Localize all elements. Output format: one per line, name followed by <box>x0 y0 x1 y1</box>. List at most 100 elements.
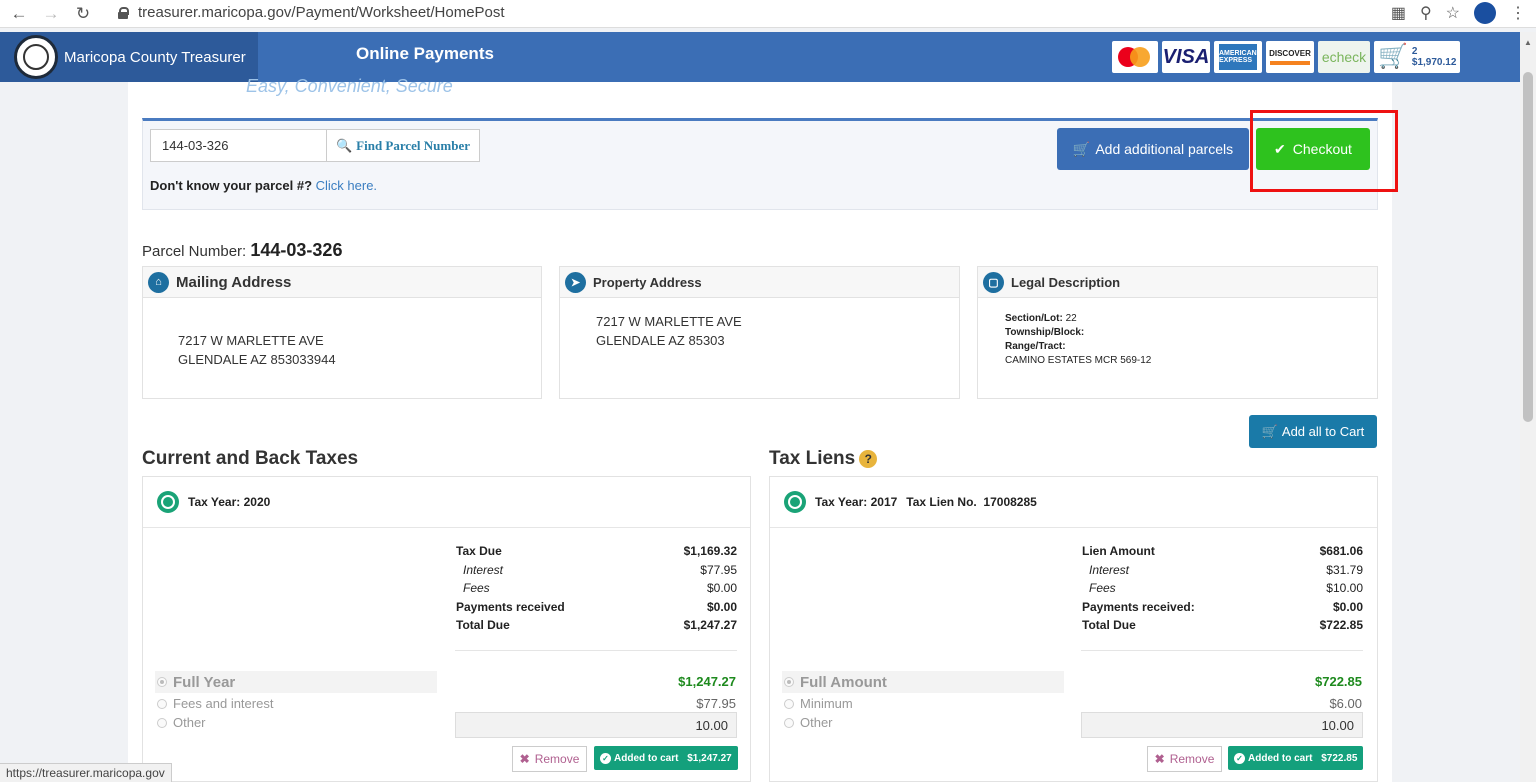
cart-total: $1,970.12 <box>1411 57 1457 68</box>
minimum-radio[interactable] <box>784 698 794 709</box>
full-year-amount: $1,247.27 <box>678 674 736 689</box>
lien-row-amount: Lien Amount $681.06 <box>1082 544 1363 558</box>
fees-interest-radio[interactable] <box>157 698 167 709</box>
county-seal-icon <box>14 35 58 79</box>
search-icon: 🔍 <box>335 137 353 153</box>
echeck-icon: echeck <box>1318 41 1370 73</box>
lien-row-fees: Fees $10.00 <box>1089 581 1363 595</box>
mailing-line1: 7217 W MARLETTE AVE <box>178 333 324 348</box>
tax-row-fees: Fees $0.00 <box>463 581 737 595</box>
lock-icon <box>118 6 129 19</box>
full-amount-value: $722.85 <box>1315 674 1362 689</box>
divider <box>455 650 737 651</box>
cart-count: 2 <box>1411 46 1418 57</box>
scroll-up-icon[interactable]: ▲ <box>1524 38 1532 47</box>
lien-remove-button[interactable]: ✖ Remove <box>1147 746 1222 772</box>
home-icon: ⌂ <box>148 271 169 293</box>
amex-icon: AMERICAN EXPRESS <box>1214 41 1262 73</box>
tax-row-total-due: Total Due $1,247.27 <box>456 618 737 632</box>
back-arrow-icon[interactable]: ← <box>6 1 32 27</box>
lien-number-label: Tax Lien No. 17008285 <box>906 495 1037 509</box>
property-address-title: Property Address <box>593 274 702 290</box>
parcel-number-input[interactable] <box>150 129 328 162</box>
location-arrow-icon: ➤ <box>565 271 586 293</box>
lien-added-to-cart-button[interactable]: ✓ Added to cart $722.85 <box>1228 746 1364 770</box>
check-circle-icon <box>157 491 179 513</box>
remove-button[interactable]: ✖ Remove <box>512 746 587 772</box>
page-title: Online Payments <box>356 44 494 63</box>
property-address-card: ➤ Property Address 7217 W MARLETTE AVE G… <box>559 266 960 399</box>
other-radio[interactable] <box>157 717 167 728</box>
scrollbar-thumb[interactable] <box>1523 72 1533 422</box>
legal-description-text: CAMINO ESTATES MCR 569-12 <box>1005 355 1152 366</box>
document-icon: ▢ <box>983 271 1004 293</box>
property-line2: GLENDALE AZ 85303 <box>596 333 725 348</box>
legal-township: Township/Block: <box>1005 327 1085 338</box>
menu-kebab-icon[interactable]: ⋮ <box>1510 3 1526 23</box>
parcel-help-text: Don't know your parcel #? Click here. <box>150 178 378 193</box>
legal-range: Range/Tract: <box>1005 341 1066 352</box>
fees-interest-option[interactable]: Fees and interest <box>157 696 273 711</box>
bookmark-star-icon[interactable]: ☆ <box>1446 3 1460 23</box>
close-icon: ✖ <box>1154 752 1165 766</box>
shopping-cart-icon: 🛒 <box>1378 43 1408 70</box>
current-back-taxes-title: Current and Back Taxes <box>142 448 359 469</box>
legal-description-title: Legal Description <box>1011 274 1121 290</box>
mailing-address-title: Mailing Address <box>176 273 292 291</box>
legal-description-card: ▢ Legal Description Section/Lot: 22 Town… <box>977 266 1378 399</box>
check-circle-icon: ✓ <box>1234 752 1245 764</box>
full-amount-option[interactable]: Full Amount <box>782 671 1064 693</box>
tax-liens-heading: Tax Liens? <box>769 448 878 470</box>
mailing-line2: GLENDALE AZ 853033944 <box>178 352 336 367</box>
page-scrollbar[interactable]: ▲ <box>1520 32 1536 782</box>
site-header: Maricopa County Treasurer Online Payment… <box>0 32 1520 82</box>
browser-toolbar: ← → ↻ treasurer.maricopa.gov/Payment/Wor… <box>0 0 1536 28</box>
forward-arrow-icon[interactable]: → <box>38 1 64 27</box>
minimum-amount: $6.00 <box>1329 696 1362 711</box>
lien-other-radio[interactable] <box>784 717 794 728</box>
tax-year-label: Tax Year: 2020 <box>188 495 271 509</box>
help-question-icon[interactable]: ? <box>859 449 878 468</box>
tax-row-tax-due: Tax Due $1,169.32 <box>456 544 737 558</box>
full-year-radio[interactable] <box>157 677 167 687</box>
add-all-to-cart-button[interactable]: 🛒 Add all to Cart <box>1249 415 1377 448</box>
check-circle-icon: ✓ <box>600 752 611 764</box>
tax-row-interest: Interest $77.95 <box>463 563 737 577</box>
divider <box>1081 650 1363 651</box>
lien-row-total-due: Total Due $722.85 <box>1082 618 1363 632</box>
tax-liens-title: Tax Liens <box>769 448 856 469</box>
other-amount-input[interactable] <box>455 712 737 738</box>
add-additional-parcels-button[interactable]: 🛒 Add additional parcels <box>1057 128 1249 170</box>
fees-interest-amount: $77.95 <box>696 696 736 711</box>
other-option[interactable]: Other <box>157 715 206 730</box>
parcel-number-heading: Parcel Number: 144-03-326 <box>142 240 343 260</box>
lien-row-interest: Interest $31.79 <box>1089 563 1363 577</box>
lien-other-amount-input[interactable] <box>1081 712 1363 738</box>
cart-plus-icon: 🛒 <box>1261 423 1278 439</box>
address-bar[interactable]: treasurer.maricopa.gov/Payment/Worksheet… <box>118 4 505 21</box>
brand[interactable]: Maricopa County Treasurer <box>0 32 258 82</box>
find-parcel-button[interactable]: 🔍 Find Parcel Number <box>326 129 480 162</box>
lien-row-payments: Payments received: $0.00 <box>1082 600 1363 614</box>
property-line1: 7217 W MARLETTE AVE <box>596 314 742 329</box>
highlight-box <box>1250 110 1398 192</box>
cart-plus-icon: 🛒 <box>1072 140 1091 157</box>
profile-avatar[interactable] <box>1474 2 1496 24</box>
payment-methods: VISA AMERICAN EXPRESS DISCOVER echeck 🛒 … <box>1112 41 1460 73</box>
zoom-icon[interactable]: ⚲ <box>1420 3 1432 23</box>
added-to-cart-button[interactable]: ✓ Added to cart $1,247.27 <box>594 746 738 770</box>
full-amount-radio[interactable] <box>784 677 794 687</box>
close-icon: ✖ <box>519 752 530 766</box>
tagline: Easy, Convenient, Secure <box>246 76 453 96</box>
translate-icon[interactable]: ▦ <box>1391 3 1406 23</box>
cart-button[interactable]: 🛒 2 $1,970.12 <box>1374 41 1460 73</box>
check-circle-icon <box>784 491 806 513</box>
full-year-option[interactable]: Full Year <box>155 671 437 693</box>
legal-section: Section/Lot: 22 <box>1005 313 1077 324</box>
brand-name: Maricopa County Treasurer <box>64 48 246 66</box>
minimum-option[interactable]: Minimum <box>784 696 853 711</box>
click-here-link[interactable]: Click here. <box>316 178 377 193</box>
lien-other-option[interactable]: Other <box>784 715 833 730</box>
mastercard-icon <box>1112 41 1158 73</box>
reload-icon[interactable]: ↻ <box>70 1 96 27</box>
